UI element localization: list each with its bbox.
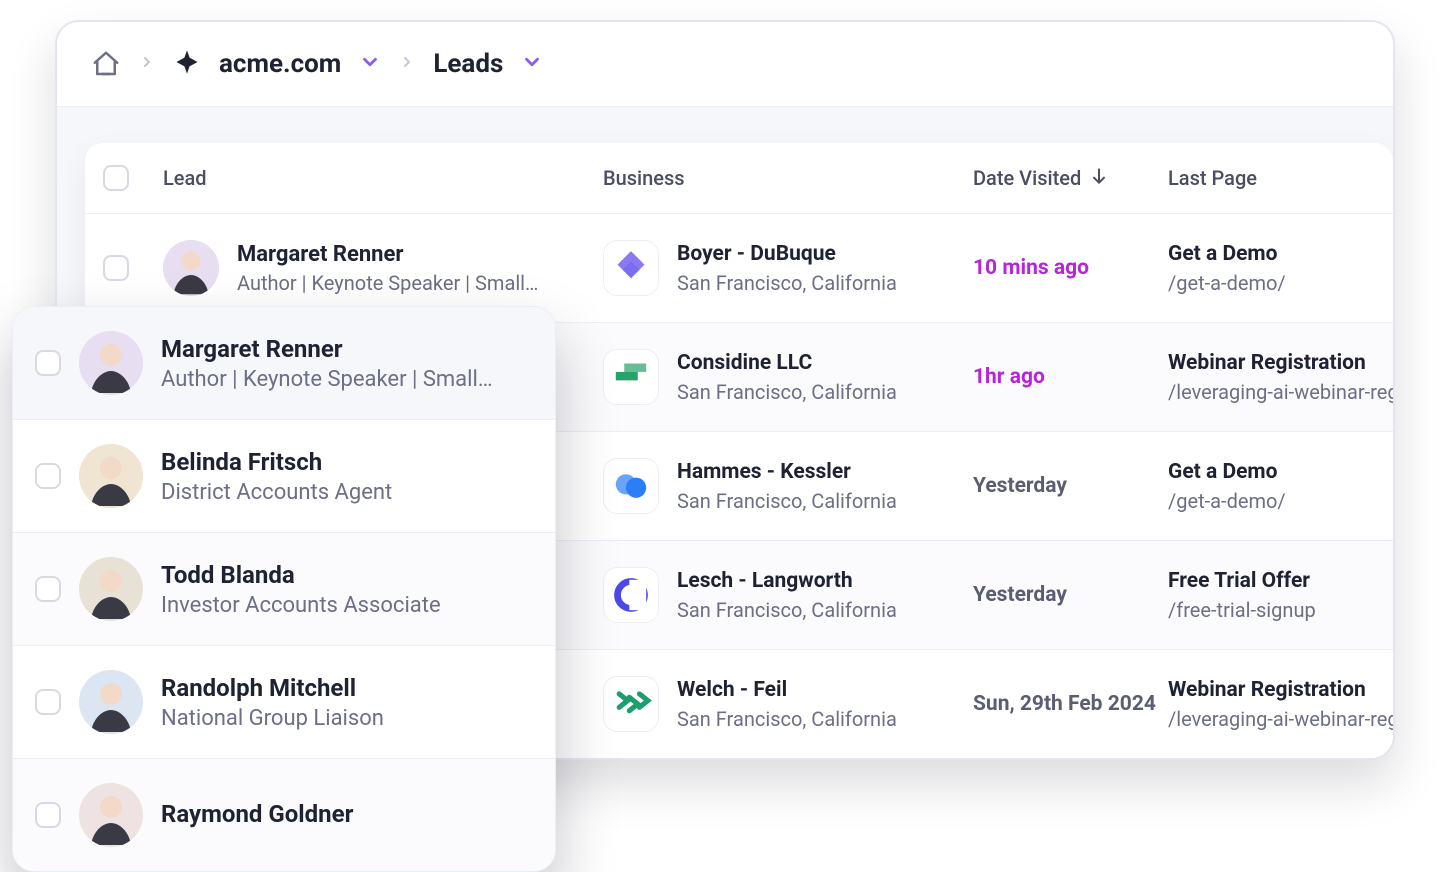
- arrow-down-icon: [1089, 166, 1109, 191]
- col-business[interactable]: Business: [603, 166, 973, 190]
- last-page-path: /get-a-demo/: [1168, 271, 1375, 295]
- row-checkbox[interactable]: [35, 463, 61, 489]
- business-name: Lesch - Langworth: [677, 568, 897, 595]
- lead-name: Todd Blanda: [161, 560, 441, 591]
- business-logo: [603, 458, 659, 514]
- avatar: [79, 331, 143, 395]
- date-visited: 10 mins ago: [973, 256, 1168, 280]
- col-lead[interactable]: Lead: [163, 166, 603, 190]
- last-page-title: Webinar Registration: [1168, 677, 1393, 704]
- avatar: [79, 557, 143, 621]
- breadcrumb-section-label: Leads: [433, 49, 503, 79]
- business-location: San Francisco, California: [677, 489, 897, 513]
- chevron-down-icon[interactable]: [521, 51, 543, 77]
- business-location: San Francisco, California: [677, 271, 897, 295]
- date-visited: Sun, 29th Feb 2024: [973, 692, 1168, 716]
- date-visited: 1hr ago: [973, 365, 1168, 389]
- last-page-path: /get-a-demo/: [1168, 489, 1375, 513]
- business-logo: [603, 567, 659, 623]
- lead-picker-overlay: Margaret Renner Author | Keynote Speaker…: [12, 306, 556, 872]
- lead-name: Randolph Mitchell: [161, 673, 384, 704]
- breadcrumb-site[interactable]: acme.com: [173, 48, 381, 80]
- col-date-label: Date Visited: [973, 166, 1081, 190]
- lead-subtitle: Author | Keynote Speaker | Small…: [161, 367, 493, 392]
- avatar: [79, 444, 143, 508]
- col-date[interactable]: Date Visited: [973, 166, 1168, 191]
- last-page-path: /leveraging-ai-webinar-register/: [1168, 380, 1393, 404]
- lead-subtitle: District Accounts Agent: [161, 480, 392, 505]
- list-item[interactable]: Todd Blanda Investor Accounts Associate: [13, 532, 555, 645]
- avatar: [79, 670, 143, 734]
- business-location: San Francisco, California: [677, 380, 897, 404]
- business-name: Welch - Feil: [677, 677, 897, 704]
- last-page-path: /free-trial-signup: [1168, 598, 1375, 622]
- avatar: [163, 240, 219, 296]
- business-name: Considine LLC: [677, 350, 897, 377]
- list-item[interactable]: Margaret Renner Author | Keynote Speaker…: [13, 307, 555, 419]
- table-header: Lead Business Date Visited Last Page: [85, 143, 1393, 213]
- col-page[interactable]: Last Page: [1168, 166, 1375, 190]
- business-logo: [603, 676, 659, 732]
- last-page-title: Webinar Registration: [1168, 350, 1393, 377]
- lead-name: Margaret Renner: [161, 334, 493, 365]
- lead-subtitle: Author | Keynote Speaker | Small…: [237, 271, 538, 295]
- last-page-path: /leveraging-ai-webinar-register/: [1168, 707, 1393, 731]
- breadcrumb-site-label: acme.com: [219, 49, 341, 79]
- chevron-right-icon: [139, 54, 155, 74]
- row-checkbox[interactable]: [35, 689, 61, 715]
- lead-name: Raymond Goldner: [161, 799, 353, 830]
- select-all-checkbox[interactable]: [103, 165, 129, 191]
- last-page-title: Get a Demo: [1168, 459, 1375, 486]
- business-name: Hammes - Kessler: [677, 459, 897, 486]
- list-item[interactable]: Raymond Goldner: [13, 758, 555, 871]
- row-checkbox[interactable]: [35, 350, 61, 376]
- breadcrumb-section[interactable]: Leads: [433, 49, 543, 79]
- date-visited: Yesterday: [973, 474, 1168, 498]
- row-checkbox[interactable]: [35, 576, 61, 602]
- date-visited: Yesterday: [973, 583, 1168, 607]
- avatar: [79, 783, 143, 847]
- business-location: San Francisco, California: [677, 707, 897, 731]
- row-checkbox[interactable]: [35, 802, 61, 828]
- business-logo: [603, 349, 659, 405]
- business-logo: [603, 240, 659, 296]
- business-location: San Francisco, California: [677, 598, 897, 622]
- lead-name: Belinda Fritsch: [161, 447, 392, 478]
- lead-name: Margaret Renner: [237, 241, 538, 270]
- last-page-title: Free Trial Offer: [1168, 568, 1375, 595]
- chevron-right-icon: [399, 54, 415, 74]
- business-name: Boyer - DuBuque: [677, 241, 897, 268]
- breadcrumb: acme.com Leads: [57, 22, 1393, 107]
- last-page-title: Get a Demo: [1168, 241, 1375, 268]
- chevron-down-icon[interactable]: [359, 51, 381, 77]
- lead-subtitle: Investor Accounts Associate: [161, 593, 441, 618]
- sparkle-icon: [173, 48, 201, 80]
- row-checkbox[interactable]: [103, 255, 129, 281]
- home-icon[interactable]: [91, 49, 121, 79]
- list-item[interactable]: Belinda Fritsch District Accounts Agent: [13, 419, 555, 532]
- lead-subtitle: National Group Liaison: [161, 706, 384, 731]
- list-item[interactable]: Randolph Mitchell National Group Liaison: [13, 645, 555, 758]
